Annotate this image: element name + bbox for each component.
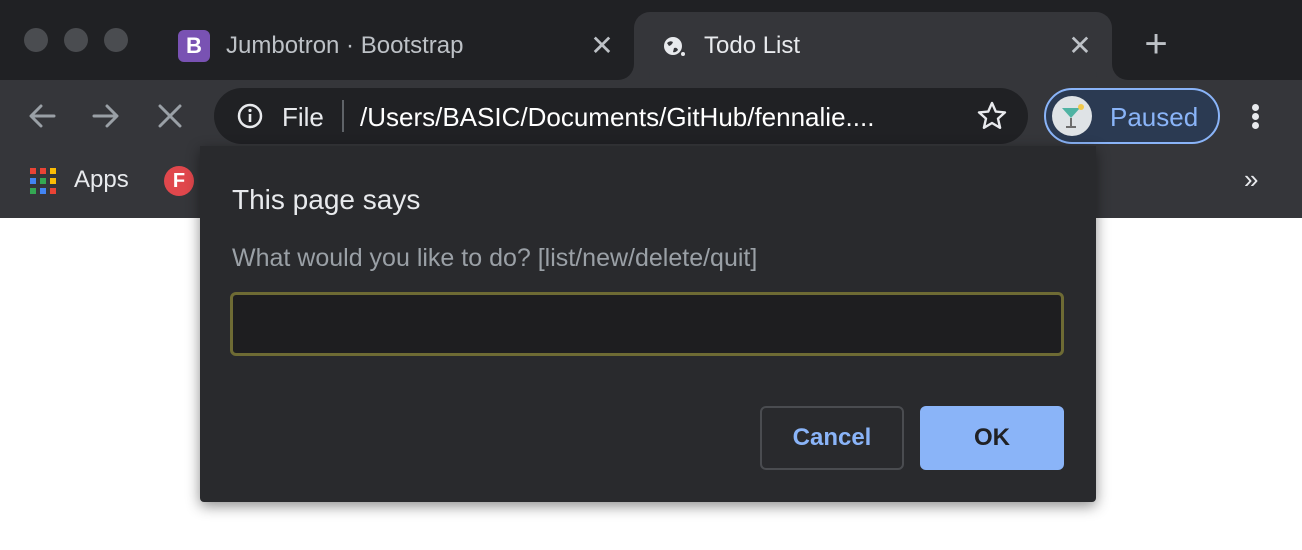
tab-todo-list[interactable]: Todo List ✕ xyxy=(634,12,1112,80)
bookmarks-overflow-button[interactable]: » xyxy=(1244,164,1258,195)
bookmark-star-icon[interactable] xyxy=(976,100,1008,132)
apps-grid-icon[interactable] xyxy=(30,168,56,194)
url-text[interactable]: /Users/BASIC/Documents/GitHub/fennalie..… xyxy=(360,102,954,133)
scheme-label: File xyxy=(282,102,324,132)
close-window-button[interactable] xyxy=(24,28,48,52)
prompt-dialog: This page says What would you like to do… xyxy=(200,146,1096,502)
menu-dot xyxy=(1252,122,1259,129)
tab-jumbotron[interactable]: B Jumbotron · Bootstrap ✕ xyxy=(160,12,630,80)
dialog-message: What would you like to do? [list/new/del… xyxy=(232,244,758,272)
bookmark-favicon[interactable]: F xyxy=(164,166,194,196)
prompt-input[interactable] xyxy=(230,292,1064,356)
ok-button[interactable]: OK xyxy=(920,406,1064,470)
more-menu-icon[interactable] xyxy=(1240,98,1272,134)
maximize-window-button[interactable] xyxy=(104,28,128,52)
address-bar[interactable]: File /Users/BASIC/Documents/GitHub/fenna… xyxy=(214,88,1028,144)
new-tab-button[interactable]: + xyxy=(1136,24,1176,64)
minimize-window-button[interactable] xyxy=(64,28,88,52)
menu-dot xyxy=(1252,104,1259,111)
profile-button[interactable]: Paused xyxy=(1044,88,1220,144)
bootstrap-icon: B xyxy=(178,30,210,62)
tab-title: Todo List xyxy=(704,32,801,59)
avatar xyxy=(1052,96,1092,136)
tab-title: Jumbotron · Bootstrap xyxy=(226,32,464,59)
globe-icon xyxy=(664,37,685,56)
profile-label: Paused xyxy=(1110,102,1199,132)
close-tab-button[interactable]: ✕ xyxy=(1066,32,1094,60)
dialog-title: This page says xyxy=(232,184,421,215)
stop-loading-icon[interactable] xyxy=(152,98,188,134)
forward-icon[interactable] xyxy=(88,98,124,134)
info-icon[interactable] xyxy=(236,102,264,130)
browser-toolbar: File /Users/BASIC/Documents/GitHub/fenna… xyxy=(0,80,1302,152)
close-tab-button[interactable]: ✕ xyxy=(588,32,616,60)
back-icon[interactable] xyxy=(24,98,60,134)
omnibox-divider xyxy=(342,100,344,132)
menu-dot xyxy=(1252,113,1259,120)
apps-bookmark[interactable]: Apps xyxy=(74,166,129,194)
tab-strip: B Jumbotron · Bootstrap ✕ Todo List ✕ + xyxy=(0,0,1302,80)
cancel-button[interactable]: Cancel xyxy=(760,406,904,470)
cocktail-icon xyxy=(1062,104,1084,128)
